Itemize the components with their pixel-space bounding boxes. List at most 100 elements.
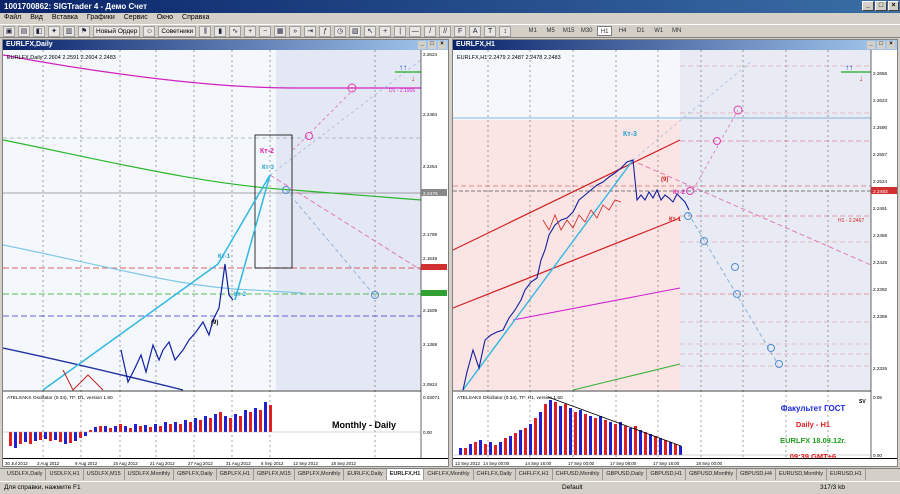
new-chart-icon[interactable]: ▣ (3, 25, 15, 37)
chart-tab[interactable]: GBPUSD,H1 (647, 469, 687, 480)
tf-d1[interactable]: D1 (633, 26, 648, 36)
chart-minimize-button[interactable]: _ (418, 41, 426, 49)
chart-tab-active[interactable]: EURLFX,H1 (386, 469, 425, 480)
chart-close-button[interactable]: × (438, 41, 446, 49)
line-chart-icon[interactable]: ∿ (229, 25, 242, 37)
menu-charts[interactable]: Графики (87, 14, 115, 23)
chart-maximize-button[interactable]: □ (428, 41, 436, 49)
experts-icon[interactable]: ☺ (143, 25, 156, 37)
chart-tab[interactable]: GBPLFX,H1 (217, 469, 254, 480)
tester-icon[interactable]: ⚑ (78, 25, 90, 37)
chart-tab[interactable]: EURUSD,Monthly (776, 469, 827, 480)
daily-chart-canvas[interactable]: ↑↑ ↓ EURLFX,Daily 2.2604 2.2591 2.2604 2… (3, 50, 448, 466)
chart-window-h1[interactable]: EURLFX,H1 _ □ × ↑↑ ↓ EURLFX,H1 2.2479 2.… (452, 39, 898, 467)
price-label: 2.1649 (423, 256, 437, 261)
app-title: 1001700862: SIGTrader 4 - Демо Счет (4, 2, 148, 11)
menu-bar: Файл Вид Вставка Графики Сервис Окно Спр… (0, 13, 900, 24)
bar-chart-icon[interactable]: ⫼ (199, 25, 212, 37)
navigator-icon[interactable]: ✦ (48, 25, 60, 37)
menu-tools[interactable]: Сервис (124, 14, 148, 23)
templates-icon[interactable]: ▧ (349, 25, 362, 37)
chart-tab[interactable]: GBPUSD,Daily (603, 469, 648, 480)
tf-w1[interactable]: W1 (651, 26, 666, 36)
price-label: 2.2557 (873, 152, 887, 157)
h1-chart-canvas[interactable]: ↑↑ ↓ EURLFX,H1 2.2479 2.2487 2.2478 2.24… (453, 50, 897, 466)
chart-close-button[interactable]: × (887, 41, 895, 49)
chart-maximize-button[interactable]: □ (877, 41, 885, 49)
menu-insert[interactable]: Вставка (52, 14, 78, 23)
text-icon[interactable]: A (469, 25, 482, 37)
horizontal-line-icon[interactable]: — (409, 25, 422, 37)
tile-icon[interactable]: ▦ (274, 25, 287, 37)
tf-h1[interactable]: H1 (597, 26, 613, 36)
chart-tab[interactable]: CHFUSD,Monthly (553, 469, 604, 480)
menu-window[interactable]: Окно (157, 14, 173, 23)
kt2-label: Кт-2 (260, 148, 274, 155)
tf-m15[interactable]: M15 (561, 26, 576, 36)
date-label: 17 Sep 16:00 (653, 461, 680, 466)
chart-tab[interactable]: GBPUSD,Monthly (686, 469, 738, 480)
chart-tab[interactable]: GBPLFX,Monthly (295, 469, 345, 480)
chart-tab[interactable]: CHFLFX,H1 (516, 469, 553, 480)
svg-text:↓: ↓ (859, 74, 863, 83)
tf-m5[interactable]: M5 (543, 26, 558, 36)
price-label: 2.1369 (423, 342, 437, 347)
zoom-out-icon[interactable]: − (259, 25, 272, 37)
kt2b-label: Кт-2 (234, 292, 247, 298)
label-icon[interactable]: T (484, 25, 497, 37)
minimize-button[interactable]: _ (862, 1, 874, 11)
chart-tab[interactable]: USDLFX,Daily (4, 469, 47, 480)
chart-tab[interactable]: EURUSD,H1 (827, 469, 866, 480)
advisors-button[interactable]: Советники (158, 25, 197, 37)
date-label: 27 Aug 2012 (188, 461, 213, 466)
fibo-icon[interactable]: F (454, 25, 467, 37)
trendline-icon[interactable]: / (424, 25, 437, 37)
tf-mn[interactable]: MN (669, 26, 684, 36)
terminal-icon[interactable]: ▥ (63, 25, 75, 37)
new-order-button[interactable]: Новый Ордер (93, 25, 141, 37)
indicators-icon[interactable]: ƒ (319, 25, 332, 37)
candle-chart-icon[interactable]: ▮ (214, 25, 227, 37)
chart-tab[interactable]: USDLFX,Monthly (125, 469, 175, 480)
arrows-icon[interactable]: ↕ (499, 25, 512, 37)
date-label: 14 Sep 00:00 (483, 461, 510, 466)
date-label: 14 Sep 16:00 (525, 461, 552, 466)
chart-tab[interactable]: CHFLFX,Daily (474, 469, 516, 480)
close-button[interactable]: × (888, 1, 899, 11)
vertical-line-icon[interactable]: | (394, 25, 407, 37)
cursor-icon[interactable]: ↖ (364, 25, 377, 37)
current-price-text: 2.2483 (873, 189, 888, 195)
market-watch-icon[interactable]: ◧ (33, 25, 45, 37)
profiles-icon[interactable]: ▤ (18, 25, 30, 37)
tf-h4[interactable]: H4 (615, 26, 630, 36)
chart-tab[interactable]: USDLFX,H1 (46, 469, 84, 480)
tf-m30[interactable]: M30 (579, 26, 594, 36)
h1-level-label: H1 - 2.2467 (838, 218, 864, 224)
chart-tab[interactable]: GBPLFX,M15 (254, 469, 295, 480)
chart-window-daily[interactable]: EURLFX,Daily _ □ × ↑↑ ↓ EURLFX,Daily 2.2… (2, 39, 449, 467)
zoom-in-icon[interactable]: + (244, 25, 257, 37)
date-label: 3 Aug 2012 (37, 461, 60, 466)
price-scale: 2.2624 2.2484 2.2254 2.1799 2.1649 2.150… (423, 52, 437, 387)
price-label: 2.2624 (423, 52, 437, 57)
chart-tab[interactable]: CHFLFX,Monthly (424, 469, 474, 480)
price-label: 2.2656 (873, 71, 887, 76)
chart-minimize-button[interactable]: _ (867, 41, 875, 49)
menu-view[interactable]: Вид (30, 14, 43, 23)
status-profile: Default (562, 484, 583, 491)
date-label: 12 Sep 2012 (293, 461, 318, 466)
chart-tab[interactable]: EURLFX,Daily (344, 469, 387, 480)
periods-icon[interactable]: ◷ (334, 25, 347, 37)
chart-tab[interactable]: GBPLFX,Daily (174, 469, 217, 480)
crosshair-icon[interactable]: + (379, 25, 392, 37)
chart-tab[interactable]: GBPUSD,H4 (737, 469, 776, 480)
date-label: 21 Aug 2012 (150, 461, 175, 466)
menu-help[interactable]: Справка (182, 14, 209, 23)
autoscroll-icon[interactable]: » (289, 25, 302, 37)
chart-shift-icon[interactable]: ⇥ (304, 25, 317, 37)
tf-m1[interactable]: M1 (525, 26, 540, 36)
maximize-button[interactable]: □ (875, 1, 887, 11)
channel-icon[interactable]: // (439, 25, 452, 37)
chart-tab[interactable]: USDLFX,M15 (84, 469, 125, 480)
menu-file[interactable]: Файл (4, 14, 21, 23)
